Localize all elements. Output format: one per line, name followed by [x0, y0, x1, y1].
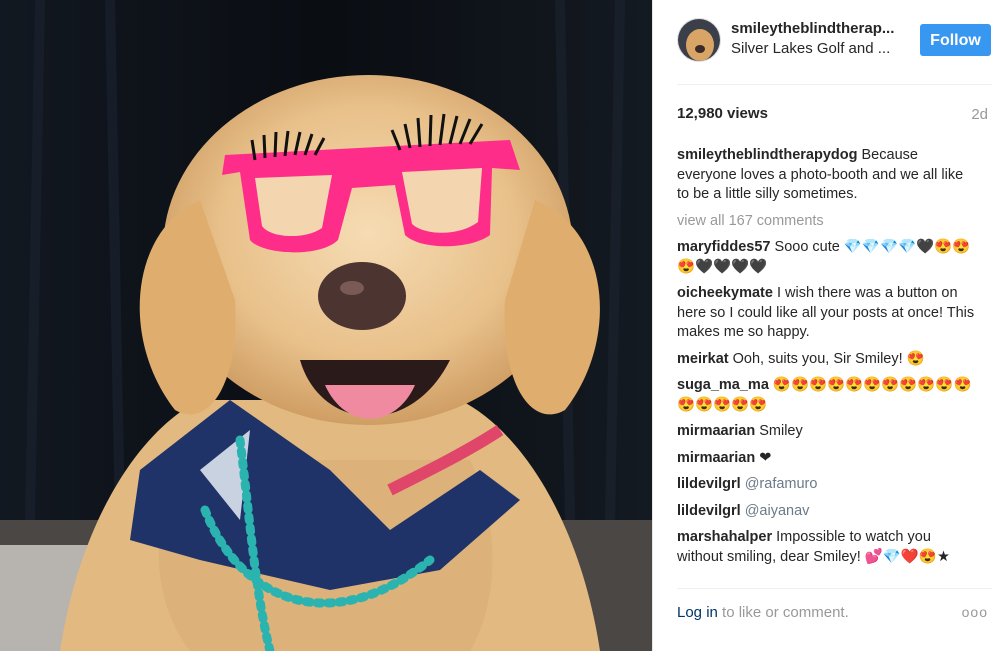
- comment-item: meirkat Ooh, suits you, Sir Smiley! 😍: [677, 350, 977, 370]
- comment-username[interactable]: marshahalper: [677, 529, 772, 545]
- comment-list: smileytheblindtherapydog Because everyon…: [677, 146, 977, 574]
- avatar[interactable]: [677, 18, 721, 62]
- comment-text: Ooh, suits you, Sir Smiley! 😍: [732, 350, 925, 367]
- footer-divider: [677, 588, 992, 589]
- comment-item: lildevilgrl @rafamuro: [677, 475, 977, 495]
- header-divider: [677, 84, 992, 85]
- comment-username[interactable]: mirmaarian: [677, 423, 755, 439]
- instagram-post: smileytheblindtherap... Silver Lakes Gol…: [0, 0, 1000, 651]
- post-username[interactable]: smileytheblindtherap...: [731, 20, 894, 37]
- comment-username[interactable]: meirkat: [677, 351, 729, 367]
- comment-item: mirmaarian Smiley: [677, 422, 977, 442]
- caption: smileytheblindtherapydog Because everyon…: [677, 146, 977, 205]
- comment-username[interactable]: oicheekymate: [677, 285, 773, 301]
- more-options-icon[interactable]: ooo: [962, 604, 988, 620]
- comment-item: marshahalper Impossible to watch you wit…: [677, 528, 977, 567]
- dog-photo-illustration: [0, 0, 652, 651]
- comment-mention-link[interactable]: @aiyanav: [745, 503, 810, 519]
- post-timestamp[interactable]: 2d: [971, 106, 988, 123]
- login-prompt: Log in to like or comment.: [677, 604, 849, 621]
- login-link[interactable]: Log in: [677, 604, 718, 621]
- view-all-comments-link[interactable]: view all 167 comments: [677, 212, 977, 232]
- post-photo[interactable]: [0, 0, 652, 651]
- comment-text: ❤: [759, 449, 772, 466]
- comment-username[interactable]: lildevilgrl: [677, 503, 741, 519]
- post-location[interactable]: Silver Lakes Golf and ...: [731, 40, 890, 57]
- comment-item: mirmaarian ❤: [677, 449, 977, 469]
- comment-mention-link[interactable]: @rafamuro: [745, 476, 818, 492]
- post-side-panel: smileytheblindtherap... Silver Lakes Gol…: [652, 0, 1000, 651]
- comment-username[interactable]: suga_ma_ma: [677, 377, 769, 393]
- comment-username[interactable]: mirmaarian: [677, 450, 755, 466]
- comment-username[interactable]: lildevilgrl: [677, 476, 741, 492]
- comment-item: suga_ma_ma 😍😍😍😍😍😍😍😍😍😍😍😍😍😍😍😍: [677, 376, 977, 415]
- follow-button[interactable]: Follow: [920, 24, 991, 56]
- comment-item: oicheekymate I wish there was a button o…: [677, 284, 977, 343]
- comment-username[interactable]: maryfiddes57: [677, 239, 771, 255]
- comment-item: lildevilgrl @aiyanav: [677, 502, 977, 522]
- dog-avatar-icon: [678, 19, 720, 61]
- comment-username[interactable]: smileytheblindtherapydog: [677, 147, 857, 163]
- comment-item: maryfiddes57 Sooo cute 💎💎💎💎🖤😍😍😍🖤🖤🖤🖤: [677, 238, 977, 277]
- login-prompt-text: to like or comment.: [717, 604, 849, 621]
- view-count: 12,980 views: [677, 105, 768, 122]
- post-header: smileytheblindtherap... Silver Lakes Gol…: [653, 0, 1000, 82]
- comment-text: Smiley: [759, 423, 803, 439]
